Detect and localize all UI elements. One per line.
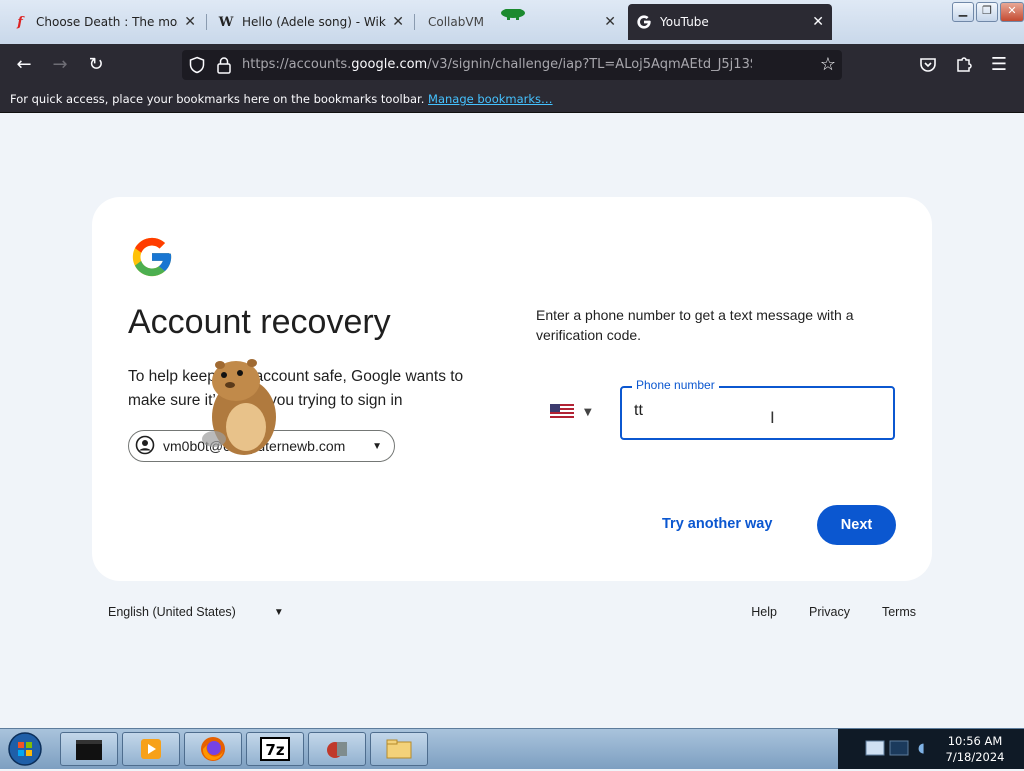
tab-title: Choose Death : The most ac xyxy=(36,15,178,29)
page-subtitle: To help keep your account safe, Google w… xyxy=(128,368,464,409)
collabvm-icon xyxy=(498,6,528,20)
url-text[interactable]: https://accounts.google.com/v3/signin/ch… xyxy=(242,57,752,72)
taskbar-explorer-icon[interactable] xyxy=(370,732,428,766)
us-flag-icon xyxy=(550,403,574,422)
tracking-shield-icon[interactable] xyxy=(188,56,206,78)
svg-text:7z: 7z xyxy=(265,741,284,759)
manage-bookmarks-link[interactable]: Manage bookmarks… xyxy=(428,92,553,106)
close-icon[interactable]: ✕ xyxy=(812,14,824,30)
help-link[interactable]: Help xyxy=(751,605,777,619)
chevron-down-icon: ▼ xyxy=(372,440,382,452)
tab-adele[interactable]: W Hello (Adele song) - Wikipe ✕ xyxy=(210,4,412,40)
google-icon xyxy=(636,14,652,30)
taskbar-cmd-icon[interactable] xyxy=(60,732,118,766)
extensions-puzzle-icon[interactable] xyxy=(954,54,974,78)
close-icon[interactable]: ✕ xyxy=(604,14,616,30)
language-selector[interactable]: English (United States) ▼ xyxy=(108,605,284,619)
tab-youtube[interactable]: YouTube ✕ xyxy=(628,4,832,40)
phone-number-field[interactable]: Phone number Ι xyxy=(620,378,895,440)
minimize-button[interactable]: ▁ xyxy=(952,2,974,22)
taskbar: 7z ◖ 10:56 AM 7/18/2024 xyxy=(0,728,1024,769)
text-cursor-icon: Ι xyxy=(770,408,775,427)
tab-separator xyxy=(206,14,207,30)
try-another-way-button[interactable]: Try another way xyxy=(662,516,772,532)
tab-title: YouTube xyxy=(660,15,709,29)
address-bar[interactable]: https://accounts.google.com/v3/signin/ch… xyxy=(182,50,842,80)
wikipedia-icon: W xyxy=(218,14,234,30)
account-circle-icon xyxy=(135,435,155,458)
language-label: English (United States) xyxy=(108,605,236,619)
window-controls: ▁ ❐ ✕ xyxy=(952,2,1024,22)
taskbar-app-icon[interactable] xyxy=(308,732,366,766)
network-icon[interactable] xyxy=(862,737,914,765)
start-orb-icon[interactable] xyxy=(6,731,44,767)
bookmark-star-icon[interactable]: ☆ xyxy=(820,54,836,75)
phone-number-input[interactable] xyxy=(634,402,874,420)
tab-strip: f Choose Death : The most ac ✕ W Hello (… xyxy=(0,0,1024,44)
tab-separator xyxy=(414,14,415,30)
restore-button[interactable]: ❐ xyxy=(976,2,998,22)
close-window-button[interactable]: ✕ xyxy=(1000,2,1024,22)
page-footer: English (United States) ▼ Help Privacy T… xyxy=(92,605,932,625)
terms-link[interactable]: Terms xyxy=(882,605,916,619)
hamster-sticker xyxy=(200,355,286,463)
instructions-text: Enter a phone number to get a text messa… xyxy=(536,307,854,343)
pocket-icon[interactable] xyxy=(918,55,938,79)
menu-hamburger-icon[interactable]: ☰ xyxy=(988,54,1010,76)
close-icon[interactable]: ✕ xyxy=(392,14,404,30)
back-arrow-icon[interactable]: ← xyxy=(13,54,35,76)
url-prefix: https://accounts. xyxy=(242,57,352,72)
clock-date: 7/18/2024 xyxy=(945,750,1005,764)
next-button[interactable]: Next xyxy=(817,505,896,545)
taskbar-firefox-icon[interactable] xyxy=(184,732,242,766)
bookmarks-hint: For quick access, place your bookmarks h… xyxy=(10,92,425,106)
close-icon[interactable]: ✕ xyxy=(184,14,196,30)
taskbar-7zip-icon[interactable]: 7z xyxy=(246,732,304,766)
footer-links: Help Privacy Terms xyxy=(751,605,916,619)
recovery-card: Account recovery To help keep your accou… xyxy=(92,197,932,581)
phone-number-label: Phone number xyxy=(632,378,719,392)
tab-choose-death[interactable]: f Choose Death : The most ac ✕ xyxy=(4,4,204,40)
system-clock[interactable]: 10:56 AM 7/18/2024 xyxy=(940,733,1010,765)
page-viewport: Account recovery To help keep your accou… xyxy=(0,113,1024,728)
forward-arrow-icon[interactable]: → xyxy=(49,54,71,76)
privacy-link[interactable]: Privacy xyxy=(809,605,850,619)
chevron-down-icon: ▼ xyxy=(273,606,284,618)
clock-time: 10:56 AM xyxy=(947,734,1003,748)
lock-icon[interactable] xyxy=(216,56,232,78)
page-title: Account recovery xyxy=(128,303,391,341)
url-domain: google.com xyxy=(351,57,428,72)
flash-icon: f xyxy=(17,14,23,30)
bookmarks-toolbar: For quick access, place your bookmarks h… xyxy=(0,86,1024,113)
reload-icon[interactable]: ↻ xyxy=(85,54,107,76)
tab-title: Hello (Adele song) - Wikipe xyxy=(242,15,386,29)
google-logo-icon xyxy=(129,234,175,284)
taskbar-media-player-icon[interactable] xyxy=(122,732,180,766)
url-suffix: /v3/signin/challenge/iap?TL=ALoj5AqmAEtd… xyxy=(427,57,752,72)
chevron-down-icon: ▼ xyxy=(584,407,592,418)
volume-icon[interactable]: ◖ xyxy=(918,741,925,756)
navigation-toolbar: ← → ↻ https://accounts.google.com/v3/sig… xyxy=(0,44,1024,86)
country-selector[interactable]: ▼ xyxy=(550,403,592,422)
